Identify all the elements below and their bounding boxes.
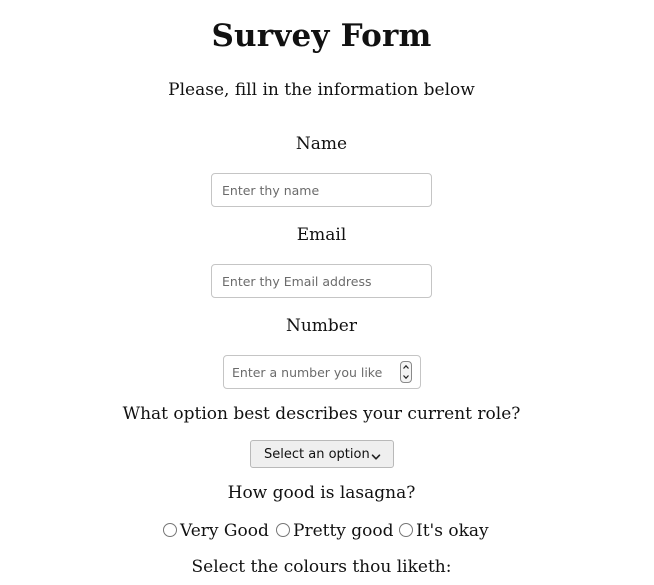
number-input[interactable] bbox=[224, 356, 394, 388]
email-input[interactable] bbox=[211, 264, 432, 298]
name-label: Name bbox=[295, 134, 348, 154]
email-label: Email bbox=[296, 225, 347, 245]
role-select[interactable]: Select an option Select an option bbox=[250, 440, 394, 468]
radio-button[interactable] bbox=[163, 523, 177, 537]
colours-label: Select the colours thou liketh: bbox=[191, 557, 452, 577]
radio-button[interactable] bbox=[276, 523, 290, 537]
number-field bbox=[223, 355, 421, 389]
chevron-down-icon[interactable] bbox=[401, 372, 411, 382]
chevron-up-icon[interactable] bbox=[401, 362, 411, 372]
role-label: What option best describes your current … bbox=[122, 404, 521, 424]
radio-label: It's okay bbox=[416, 521, 489, 541]
radio-button[interactable] bbox=[399, 523, 413, 537]
radio-label: Pretty good bbox=[293, 521, 394, 541]
lasagna-label: How good is lasagna? bbox=[227, 483, 416, 503]
form-description: Please, fill in the information below bbox=[168, 80, 475, 100]
name-input[interactable] bbox=[211, 173, 432, 207]
radio-label: Very Good bbox=[180, 521, 269, 541]
number-label: Number bbox=[285, 316, 357, 336]
number-spinner[interactable] bbox=[400, 361, 412, 383]
page-title: Survey Form bbox=[211, 18, 432, 54]
